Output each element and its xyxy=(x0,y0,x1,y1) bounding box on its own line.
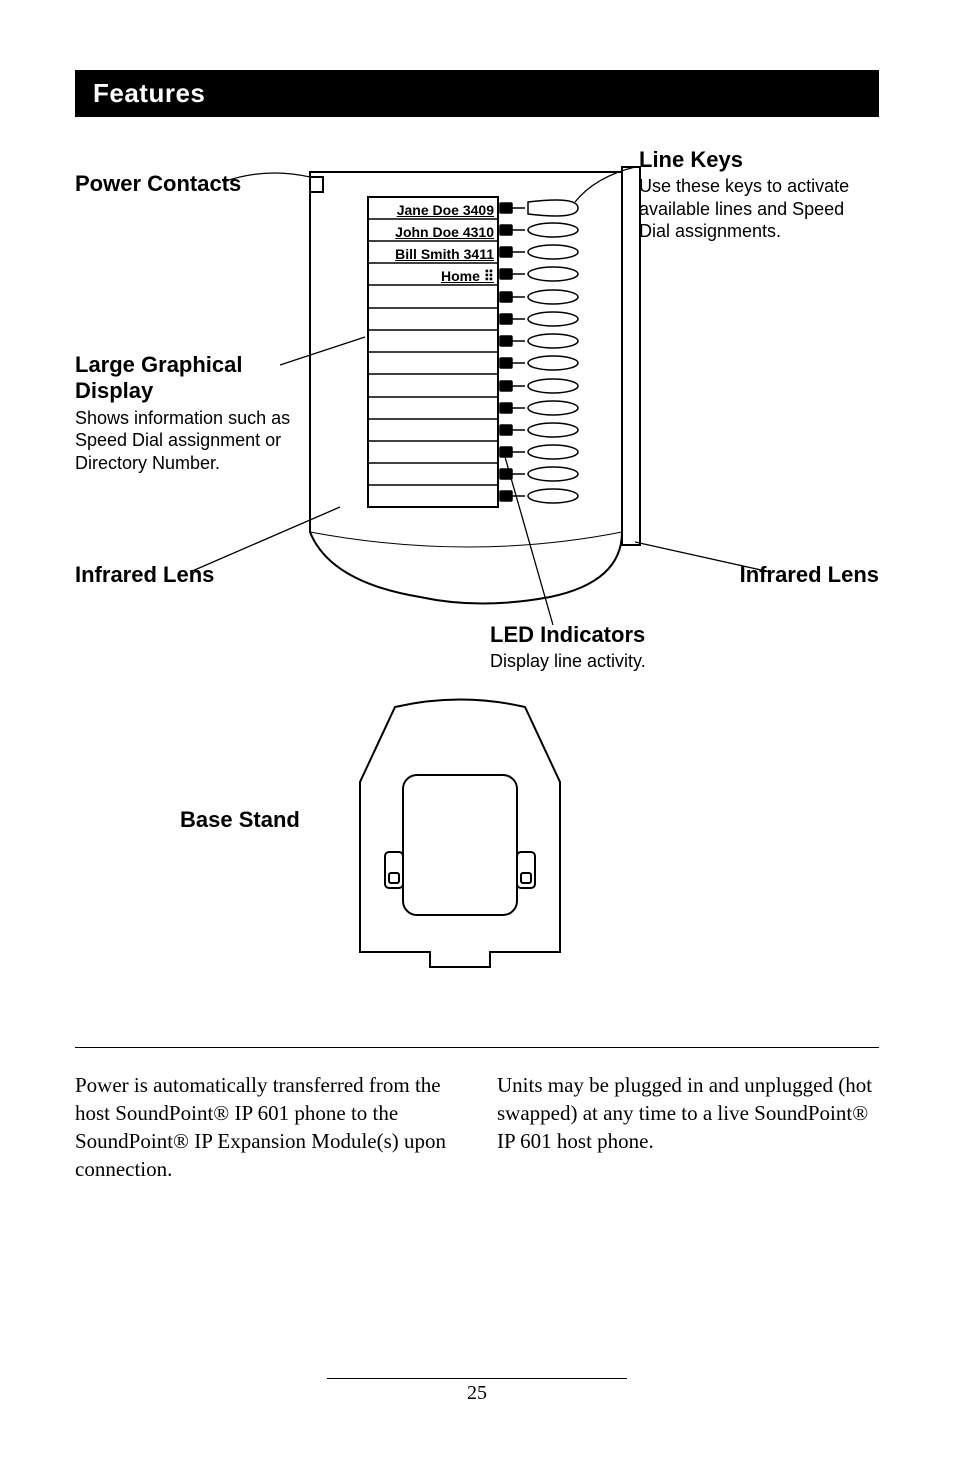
section-title: Features xyxy=(75,70,879,117)
callout-title: Power Contacts xyxy=(75,171,241,197)
callout-desc: Use these keys to activate available lin… xyxy=(639,175,879,243)
callout-title: Infrared Lens xyxy=(75,562,214,588)
display-row: Jane Doe 3409 xyxy=(372,199,494,221)
callout-title: Line Keys xyxy=(639,147,879,173)
callout-desc: Display line activity. xyxy=(490,650,646,673)
callout-power-contacts: Power Contacts xyxy=(75,171,241,197)
base-stand-diagram: Base Stand xyxy=(75,697,879,987)
body-text: Power is automatically transferred from … xyxy=(75,1072,879,1184)
callout-infrared-left: Infrared Lens xyxy=(75,562,214,588)
display-row: John Doe 4310 xyxy=(372,221,494,243)
callout-title: LED Indicators xyxy=(490,622,646,648)
features-diagram: Power Contacts Line Keys Use these keys … xyxy=(75,147,879,677)
base-stand-illustration xyxy=(335,697,585,977)
page-number: 25 xyxy=(327,1378,627,1405)
callout-base-stand: Base Stand xyxy=(180,807,300,833)
callout-title: Infrared Lens xyxy=(740,562,879,588)
callout-led-indicators: LED Indicators Display line activity. xyxy=(490,622,646,673)
callout-line-keys: Line Keys Use these keys to activate ava… xyxy=(639,147,879,243)
callout-large-display: Large Graphical Display Shows informatio… xyxy=(75,352,325,474)
body-col-1: Power is automatically transferred from … xyxy=(75,1072,457,1184)
callout-title: Large Graphical Display xyxy=(75,352,325,405)
display-row: Home ⠿ xyxy=(372,265,494,287)
device-illustration: Jane Doe 3409 John Doe 4310 Bill Smith 3… xyxy=(300,162,645,612)
display-row: Bill Smith 3411 xyxy=(372,243,494,265)
divider xyxy=(75,1047,879,1048)
callout-desc: Shows information such as Speed Dial ass… xyxy=(75,407,325,475)
body-col-2: Units may be plugged in and unplugged (h… xyxy=(497,1072,879,1184)
callout-infrared-right: Infrared Lens xyxy=(740,562,879,588)
